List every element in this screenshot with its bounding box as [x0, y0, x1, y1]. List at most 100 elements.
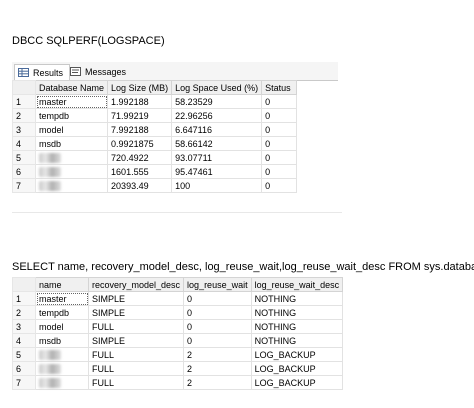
grid1-table-row[interactable]: 2 tempdb 71.99219 22.96256 0 [12, 108, 298, 123]
grid2-header-recovery-model-desc[interactable]: recovery_model_desc [87, 277, 185, 292]
grid1-cell-database-name[interactable]: tempdb [34, 108, 109, 123]
grid1-row-number[interactable]: 5 [12, 150, 36, 165]
grid1-table-row[interactable]: 6 1601.555 95.47461 0 [12, 164, 298, 179]
grid2-header-log-reuse-wait-desc[interactable]: log_reuse_wait_desc [250, 277, 344, 292]
grid2-table-row[interactable]: 2 tempdb SIMPLE 0 NOTHING [12, 305, 344, 320]
grid2-cell-name[interactable] [35, 361, 89, 376]
grid1-cell-log-size[interactable]: 71.99219 [107, 108, 173, 123]
grid2-cell-log-reuse-wait-desc[interactable]: LOG_BACKUP [250, 347, 344, 362]
grid2-cell-name[interactable] [35, 375, 89, 390]
grid2-row-number[interactable]: 1 [12, 291, 36, 306]
grid2-row-number[interactable]: 6 [12, 361, 36, 376]
tab-results[interactable]: Results [14, 64, 71, 81]
grid2-cell-recovery-model-desc[interactable]: SIMPLE [87, 305, 185, 320]
grid2-table-row[interactable]: 1 master SIMPLE 0 NOTHING [12, 291, 344, 306]
grid2-row-number[interactable]: 2 [12, 305, 36, 320]
grid1-row-number[interactable]: 1 [12, 94, 36, 109]
tab-messages[interactable]: Messages [67, 64, 132, 80]
results-divider [12, 212, 342, 213]
grid1-table-row[interactable]: 5 720.4922 93.07711 0 [12, 150, 298, 165]
grid1-cell-log-space-used[interactable]: 93.07711 [171, 150, 263, 165]
grid1-cell-status[interactable]: 0 [261, 150, 298, 165]
grid1-table-row[interactable]: 1 master 1.992188 58.23529 0 [12, 94, 298, 109]
grid2-cell-log-reuse-wait[interactable]: 2 [183, 375, 252, 390]
grid1-table-row[interactable]: 7 20393.49 100 0 [12, 178, 298, 193]
grid1-cell-database-name[interactable] [34, 164, 109, 179]
grid2-row-number[interactable]: 4 [12, 333, 36, 348]
redacted-name-placeholder [39, 349, 61, 360]
grid2-cell-log-reuse-wait-desc[interactable]: LOG_BACKUP [250, 375, 344, 390]
grid1-cell-status[interactable]: 0 [261, 136, 298, 151]
grid2-cell-name[interactable] [35, 347, 89, 362]
grid2-cell-log-reuse-wait[interactable]: 2 [183, 347, 252, 362]
grid1-cell-status[interactable]: 0 [261, 108, 298, 123]
grid1-cell-log-space-used[interactable]: 100 [171, 178, 263, 193]
grid2-table-row[interactable]: 7 FULL 2 LOG_BACKUP [12, 375, 344, 390]
grid1-cell-log-size[interactable]: 20393.49 [107, 178, 173, 193]
grid2-cell-log-reuse-wait-desc[interactable]: NOTHING [250, 291, 344, 306]
grid1-table-row[interactable]: 3 model 7.992188 6.647116 0 [12, 122, 298, 137]
messages-icon [70, 67, 81, 76]
grid2-table-row[interactable]: 6 FULL 2 LOG_BACKUP [12, 361, 344, 376]
grid1-cell-log-size[interactable]: 7.992188 [107, 122, 173, 137]
grid2-cell-log-reuse-wait-desc[interactable]: LOG_BACKUP [250, 361, 344, 376]
grid2-cell-name[interactable]: msdb [35, 333, 89, 348]
grid2-row-number[interactable]: 7 [12, 375, 36, 390]
grid2-row-number[interactable]: 3 [12, 319, 36, 334]
grid1-cell-log-size[interactable]: 720.4922 [107, 150, 173, 165]
grid1-cell-status[interactable]: 0 [261, 178, 298, 193]
grid1-cell-database-name[interactable] [34, 178, 109, 193]
grid1-row-number[interactable]: 6 [12, 164, 36, 179]
grid2-table-row[interactable]: 4 msdb SIMPLE 0 NOTHING [12, 333, 344, 348]
grid1-cell-log-space-used[interactable]: 6.647116 [171, 122, 263, 137]
grid2-cell-log-reuse-wait-desc[interactable]: NOTHING [250, 319, 344, 334]
grid2-row-number[interactable]: 5 [12, 347, 36, 362]
grid1-header-log-size[interactable]: Log Size (MB) [107, 80, 173, 95]
grid2-cell-recovery-model-desc[interactable]: FULL [87, 361, 185, 376]
grid1-row-number[interactable]: 2 [12, 108, 36, 123]
grid1-cell-database-name[interactable] [34, 150, 109, 165]
grid1-corner[interactable] [12, 80, 36, 95]
grid1-cell-log-size[interactable]: 1601.555 [107, 164, 173, 179]
grid2-table-row[interactable]: 5 FULL 2 LOG_BACKUP [12, 347, 344, 362]
grid2-cell-name[interactable]: tempdb [35, 305, 89, 320]
grid1-cell-log-space-used[interactable]: 58.23529 [171, 94, 263, 109]
grid2-cell-recovery-model-desc[interactable]: SIMPLE [87, 291, 185, 306]
grid1-row-number[interactable]: 3 [12, 122, 36, 137]
grid2-corner[interactable] [12, 277, 36, 292]
grid1-cell-log-space-used[interactable]: 22.96256 [171, 108, 263, 123]
grid1-cell-database-name[interactable]: msdb [34, 136, 109, 151]
grid1-header-status[interactable]: Status [261, 80, 298, 95]
grid2-cell-name[interactable]: master [35, 291, 89, 306]
grid2-cell-log-reuse-wait-desc[interactable]: NOTHING [250, 305, 344, 320]
grid1-cell-status[interactable]: 0 [261, 122, 298, 137]
grid2-header-log-reuse-wait[interactable]: log_reuse_wait [183, 277, 252, 292]
grid2-cell-recovery-model-desc[interactable]: FULL [87, 319, 185, 334]
grid1-cell-log-space-used[interactable]: 95.47461 [171, 164, 263, 179]
grid1-cell-log-size[interactable]: 0.9921875 [107, 136, 173, 151]
grid1-cell-database-name[interactable]: model [34, 122, 109, 137]
grid1-cell-log-space-used[interactable]: 58.66142 [171, 136, 263, 151]
grid1-cell-status[interactable]: 0 [261, 94, 298, 109]
grid1-header-row: Database Name Log Size (MB) Log Space Us… [12, 80, 298, 95]
grid1-header-database-name[interactable]: Database Name [34, 80, 109, 95]
grid2-cell-recovery-model-desc[interactable]: FULL [87, 347, 185, 362]
grid2-cell-name[interactable]: model [35, 319, 89, 334]
grid2-cell-log-reuse-wait-desc[interactable]: NOTHING [250, 333, 344, 348]
grid1-table-row[interactable]: 4 msdb 0.9921875 58.66142 0 [12, 136, 298, 151]
grid2-cell-log-reuse-wait[interactable]: 0 [183, 305, 252, 320]
grid1-cell-status[interactable]: 0 [261, 164, 298, 179]
grid2-header-name[interactable]: name [35, 277, 89, 292]
grid1-row-number[interactable]: 7 [12, 178, 36, 193]
grid1-cell-log-size[interactable]: 1.992188 [107, 94, 173, 109]
grid1-cell-database-name[interactable]: master [34, 94, 109, 109]
grid2-cell-log-reuse-wait[interactable]: 0 [183, 333, 252, 348]
grid1-header-log-space-used[interactable]: Log Space Used (%) [171, 80, 263, 95]
grid2-table-row[interactable]: 3 model FULL 0 NOTHING [12, 319, 344, 334]
grid2-cell-recovery-model-desc[interactable]: FULL [87, 375, 185, 390]
grid2-cell-recovery-model-desc[interactable]: SIMPLE [87, 333, 185, 348]
grid2-cell-log-reuse-wait[interactable]: 0 [183, 319, 252, 334]
grid1-row-number[interactable]: 4 [12, 136, 36, 151]
grid2-cell-log-reuse-wait[interactable]: 0 [183, 291, 252, 306]
grid2-cell-log-reuse-wait[interactable]: 2 [183, 361, 252, 376]
